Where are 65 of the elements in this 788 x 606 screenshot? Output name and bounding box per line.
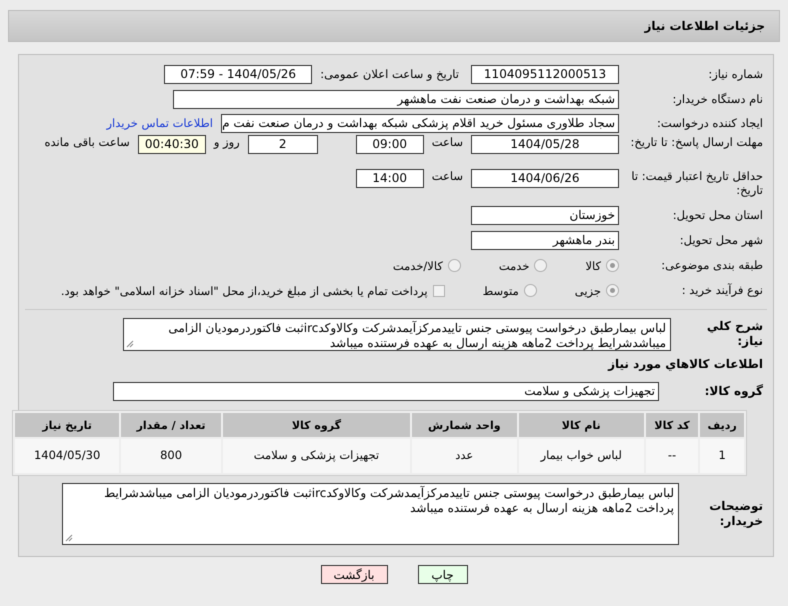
radio-button[interactable] — [448, 259, 461, 272]
field-label: حداقل تاریخ اعتبار قیمت: تا تاریخ: — [630, 169, 764, 198]
option-label: کالا/خدمت — [392, 258, 443, 272]
city-field: بندر ماهشهر — [471, 231, 619, 250]
print-button[interactable]: چاپ — [418, 565, 468, 584]
need-number-field: 1104095112000513 — [471, 64, 619, 84]
time-field: 09:00 — [356, 135, 424, 154]
province-field: خوزستان — [471, 206, 619, 225]
date-field: 1404/06/26 — [471, 169, 619, 188]
time-field: 14:00 — [356, 169, 424, 188]
field-label: طبقه بندی موضوعی: — [660, 258, 764, 273]
option-label: پرداخت تمام یا بخشی از مبلغ خرید،از محل "اسناد خزانه اسلامی" خواهد بود. — [60, 284, 428, 298]
column-header: کد کالا — [646, 413, 698, 437]
radio-button[interactable] — [524, 284, 537, 297]
goods-group-field: تجهیزات پزشکی و سلامت — [113, 382, 659, 400]
field-label: ایجاد کننده درخواست: — [656, 116, 764, 130]
remaining-time-field: 00:40:30 — [138, 135, 206, 154]
table-cell: 1 — [700, 439, 744, 473]
field-label: نوع فرآیند خرید : — [680, 283, 764, 298]
column-header: گروه کالا — [222, 413, 410, 437]
buyer-org-field: شبکه بهداشت و درمان صنعت نفت ماهشهر — [173, 90, 619, 108]
field-label: ساعت — [432, 135, 463, 149]
buyer-contact-link[interactable]: اطلاعات تماس خریدار — [106, 116, 213, 130]
table-cell: لباس خواب بیمار — [518, 439, 644, 473]
table-cell: تجهیزات پزشکی و سلامت — [222, 439, 410, 473]
field-label: تاریخ و ساعت اعلان عمومی: — [320, 67, 459, 81]
radio-button[interactable] — [606, 284, 619, 297]
days-field: 2 — [248, 135, 318, 154]
field-label: شرح كلي نياز: — [706, 319, 764, 349]
column-header: ردیف — [700, 413, 744, 437]
option-label: خدمت — [498, 258, 530, 272]
page-title: جزئیات اطلاعات نیاز — [644, 19, 765, 33]
option-label: جزیی — [574, 284, 601, 298]
column-header: تعداد / مقدار — [121, 413, 221, 437]
requester-field: سجاد طلاوری مسئول خرید اقلام پزشکی شبکه بهداشت و درمان صنعت نفت م — [221, 114, 619, 132]
resize-grip-icon — [126, 340, 134, 348]
column-header: نام کالا — [518, 413, 644, 437]
option-label: کالا — [585, 258, 601, 272]
option-label: متوسط — [482, 284, 519, 298]
radio-button[interactable] — [606, 259, 619, 272]
announce-date-field: 1404/05/26 - 07:59 — [164, 64, 312, 84]
section-title: اطلاعات كالاهاي مورد نياز — [606, 356, 764, 372]
table-cell: -- — [646, 439, 698, 473]
back-button[interactable]: بازگشت — [320, 565, 388, 584]
field-label: شهر محل تحویل: — [678, 233, 764, 248]
field-label: ساعت باقی مانده — [44, 135, 130, 149]
field-label: مهلت ارسال پاسخ: تا تاریخ: — [629, 135, 764, 150]
column-header: واحد شمارش — [412, 413, 517, 437]
field-label: استان محل تحویل: — [672, 208, 764, 223]
field-label: توضیحات خریدار: — [708, 499, 764, 529]
date-field: 1404/05/28 — [471, 135, 619, 154]
resize-grip-icon — [65, 534, 73, 542]
field-label: ساعت — [432, 169, 463, 183]
field-label: روز و — [214, 135, 240, 149]
field-label: گروه کالا: — [704, 384, 764, 398]
description-field: لباس بیمارطبق درخواست پیوستی جنس تاییدمرکزآیمدشرکت وکالاوکدircثبت فاکتوردرمودیان الزامی میباشدشرایط پرداخت 2ماهه هزینه ارسال به عهده فرستنده میباشد — [123, 318, 671, 350]
table-cell: 1404/05/30 — [15, 439, 120, 473]
column-header: تاریخ نیاز — [15, 413, 120, 437]
table-cell: 800 — [121, 439, 221, 473]
buyer-notes-field: لباس بیمارطبق درخواست پیوستی جنس تاییدمرکزآیمدشرکت وکالاوکدircثبت فاکتوردرمودیان الزامی میباشدشرایط پرداخت 2ماهه هزینه ارسال به عهده فرستنده میباشد — [62, 483, 679, 545]
radio-button[interactable] — [534, 259, 548, 272]
field-label: شماره نیاز: — [707, 66, 764, 82]
field-label: نام دستگاه خریدار: — [671, 92, 764, 106]
table-cell: عدد — [412, 439, 517, 473]
checkbox[interactable] — [432, 284, 445, 296]
